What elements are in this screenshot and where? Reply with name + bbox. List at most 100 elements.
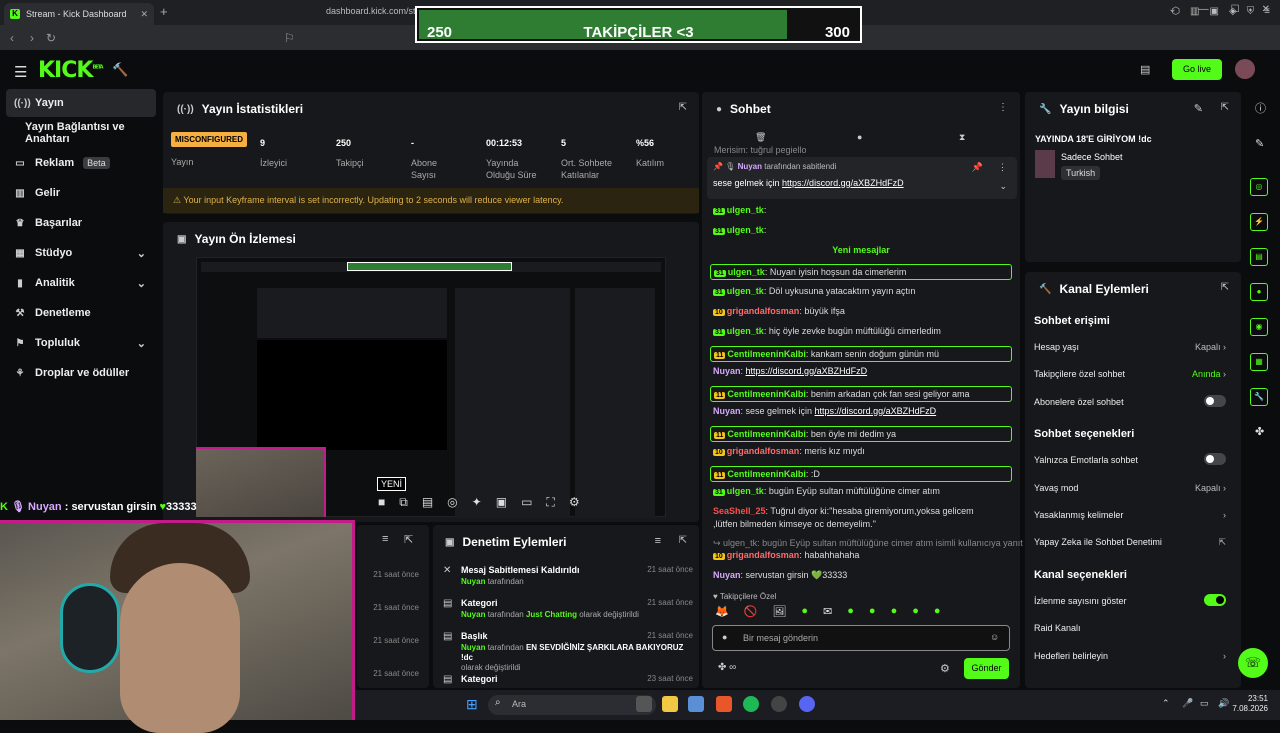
- pinned-message[interactable]: 📌 🎙 Nuyan tarafından sabitlendi sese gel…: [707, 157, 1017, 199]
- taskbar-search[interactable]: Ara: [488, 695, 656, 715]
- sidebar-item-stream[interactable]: ((·)) Yayın: [6, 89, 156, 117]
- chat-username[interactable]: CentilmeeninKalbi: [727, 469, 806, 479]
- toggle-switch[interactable]: [1204, 594, 1226, 606]
- chat-username[interactable]: SeaShell_25: [713, 506, 766, 516]
- points-icon[interactable]: ✤ ∞: [718, 662, 736, 673]
- forward-icon[interactable]: ›: [30, 31, 34, 45]
- volume-icon[interactable]: 🔊: [1218, 698, 1229, 709]
- gear-icon[interactable]: ⚙: [940, 662, 950, 675]
- target-icon[interactable]: ◎: [447, 495, 457, 510]
- sidebar-icon[interactable]: ▥: [1190, 6, 1199, 17]
- chat-username[interactable]: grigandalfosman: [727, 306, 800, 316]
- popout-icon[interactable]: ⇱: [404, 533, 413, 546]
- chevron-down-icon[interactable]: ⌄: [999, 181, 1007, 192]
- file-explorer-icon[interactable]: [662, 696, 678, 712]
- crop-icon[interactable]: ⧉: [399, 495, 408, 510]
- fullscreen-icon[interactable]: ⛶: [546, 495, 554, 510]
- rail-notes-icon[interactable]: ▤: [1250, 248, 1268, 266]
- chat-bubble-icon[interactable]: ●: [857, 132, 862, 142]
- chat-username[interactable]: ulgen_tk: [727, 205, 764, 215]
- avatar[interactable]: [1235, 59, 1255, 79]
- vpn-icon[interactable]: ◈: [1229, 6, 1237, 17]
- chat-username[interactable]: CentilmeeninKalbi: [727, 349, 806, 359]
- option-show-viewcount[interactable]: İzlenme sayısını göster: [1034, 594, 1226, 606]
- store-icon[interactable]: [688, 696, 704, 712]
- chat-username[interactable]: CentilmeeninKalbi: [727, 429, 806, 439]
- spotify-icon[interactable]: [743, 696, 759, 712]
- pip-icon[interactable]: ▭: [521, 495, 532, 510]
- toggle-switch[interactable]: [1204, 453, 1226, 465]
- rail-lightning-icon[interactable]: ⚡: [1250, 213, 1268, 231]
- option-set-goals[interactable]: Hedefleri belirleyin ›: [1034, 651, 1226, 661]
- rail-broadcast-icon[interactable]: ◉: [1250, 318, 1268, 336]
- sidebar-item-moderation[interactable]: ⚒ Denetleme: [6, 299, 156, 327]
- option-emote-only[interactable]: Yalnızca Emotlarla sohbet: [1034, 453, 1226, 465]
- option-raid-channel[interactable]: Raid Kanalı: [1034, 623, 1226, 633]
- chat-link[interactable]: https://discord.gg/aXBZHdFzD: [746, 366, 868, 376]
- sparkle-icon[interactable]: ✦: [472, 495, 482, 510]
- rail-camera-icon[interactable]: ◎: [1250, 178, 1268, 196]
- option-slow-mode[interactable]: Yavaş mod Kapalı ›: [1034, 483, 1226, 493]
- sidebar-item-achievements[interactable]: ♛ Başarılar: [6, 209, 156, 237]
- shield-icon[interactable]: ⛨: [1247, 6, 1255, 17]
- new-tab-icon[interactable]: +: [160, 4, 168, 19]
- rail-wrench-icon[interactable]: 🔧: [1250, 388, 1268, 406]
- chat-username[interactable]: ulgen_tk: [728, 267, 765, 277]
- kick-logo[interactable]: KICKBETA: [38, 58, 104, 83]
- sidebar-item-ads[interactable]: ▭ Reklam Beta: [6, 149, 156, 177]
- mic-icon[interactable]: 🎤: [1182, 698, 1193, 709]
- option-account-age[interactable]: Hesap yaşı Kapalı ›: [1034, 342, 1226, 352]
- network-icon[interactable]: ▭: [1200, 698, 1209, 709]
- rail-chat-icon[interactable]: ●: [1250, 283, 1268, 301]
- chat-username[interactable]: CentilmeeninKalbi: [727, 389, 806, 399]
- bookmark-icon[interactable]: ⚐: [284, 31, 295, 45]
- back-icon[interactable]: ‹: [10, 31, 14, 45]
- windows-start-icon[interactable]: ⊞: [466, 696, 478, 713]
- emote-icon[interactable]: ●: [934, 605, 941, 618]
- film-icon[interactable]: ▤: [422, 495, 433, 510]
- sidebar-item-stream-key[interactable]: Yayın Bağlantısı ve Anahtarı: [6, 119, 156, 147]
- chevron-up-icon[interactable]: ⌃: [1162, 698, 1170, 709]
- chat-username[interactable]: ulgen_tk: [727, 486, 764, 496]
- filter-icon[interactable]: ≡: [382, 533, 388, 545]
- emote-icon[interactable]: ●: [891, 605, 898, 618]
- kick-studio-icon[interactable]: ▤: [1140, 63, 1150, 76]
- sidebar-item-community[interactable]: ⚑ Topluluk ⌄: [6, 329, 156, 357]
- support-chat-icon[interactable]: ☏: [1238, 648, 1268, 678]
- more-options-icon[interactable]: ⋮: [998, 162, 1007, 173]
- gear-icon[interactable]: ⚙: [569, 495, 580, 510]
- toggle-switch[interactable]: [1204, 395, 1226, 407]
- edit-icon[interactable]: ✎: [1255, 137, 1264, 150]
- menu-icon[interactable]: ≡: [1264, 6, 1270, 17]
- popout-icon[interactable]: ⇱: [679, 535, 687, 546]
- discord-icon[interactable]: [799, 696, 815, 712]
- option-subs-only[interactable]: Abonelere özel sohbet: [1034, 395, 1226, 407]
- popout-icon[interactable]: ⇱: [679, 102, 687, 113]
- chat-username[interactable]: grigandalfosman: [727, 446, 800, 456]
- emote-icon[interactable]: 🦊: [715, 605, 729, 618]
- hamburger-menu-icon[interactable]: ☰: [14, 63, 27, 81]
- screenshot-icon[interactable]: ▣: [496, 495, 507, 510]
- sidebar-item-analytics[interactable]: ▮ Analitik ⌄: [6, 269, 156, 297]
- emote-icon[interactable]: ✉: [823, 605, 832, 618]
- info-icon[interactable]: ⓘ: [1255, 100, 1266, 116]
- browser-tab[interactable]: K Stream - Kick Dashboard ✕: [4, 3, 154, 25]
- brave-icon[interactable]: [716, 696, 732, 712]
- more-options-icon[interactable]: ⋮: [998, 102, 1008, 113]
- wallet-icon[interactable]: ▣: [1210, 6, 1219, 17]
- task-view-icon[interactable]: [636, 696, 652, 712]
- option-followers-only[interactable]: Takipçilere özel sohbet Anında ›: [1034, 369, 1226, 379]
- chat-input[interactable]: Bir mesaj gönderin: [712, 625, 1010, 651]
- chat-username[interactable]: Nuyan: [713, 366, 741, 376]
- popout-icon[interactable]: ⇱: [1221, 282, 1229, 293]
- pinned-link[interactable]: https://discord.gg/aXBZHdFzD: [782, 178, 904, 188]
- chat-username[interactable]: ulgen_tk: [727, 326, 764, 336]
- timer-icon[interactable]: ⧗: [959, 132, 965, 143]
- apps-icon[interactable]: ✤: [1255, 425, 1264, 438]
- extension-icon[interactable]: ⬡: [1171, 6, 1180, 17]
- emote-icon[interactable]: ●: [869, 605, 876, 618]
- close-tab-icon[interactable]: ✕: [140, 9, 148, 20]
- emote-icon[interactable]: ●: [912, 605, 919, 618]
- smiley-icon[interactable]: ☺: [990, 632, 999, 642]
- camera-icon[interactable]: ■: [378, 495, 385, 510]
